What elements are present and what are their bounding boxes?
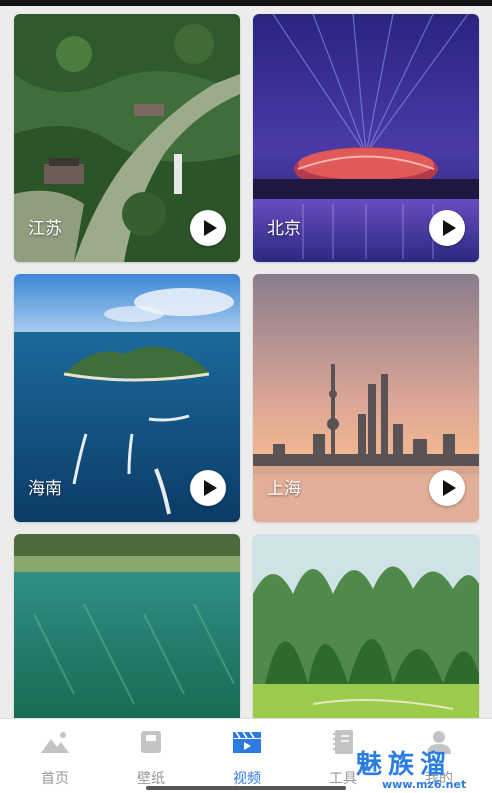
video-grid: 江苏 北京 海南 上海 [0, 6, 492, 718]
card-label: 江苏 [28, 219, 62, 239]
tab-label: 视频 [233, 771, 261, 787]
play-icon [442, 480, 456, 496]
mountain-icon [41, 732, 69, 753]
tab-label: 壁纸 [137, 771, 165, 787]
video-card-shanghai[interactable]: 上海 [253, 274, 479, 522]
video-card-jiangsu[interactable]: 江苏 [14, 14, 240, 262]
karst-thumbnail [253, 534, 479, 718]
video-clapper-icon [233, 731, 261, 753]
play-button[interactable] [429, 470, 465, 506]
video-card-karst[interactable] [253, 534, 479, 718]
watermark: 魅族溜 www.mz6.net [352, 744, 482, 792]
play-button[interactable] [190, 210, 226, 246]
play-icon [203, 220, 217, 236]
lake-thumbnail [14, 534, 240, 718]
tab-video[interactable]: 视频 [198, 719, 296, 793]
tab-home[interactable]: 首页 [6, 719, 104, 793]
watermark-text: 魅族溜 [356, 750, 453, 780]
play-button[interactable] [429, 210, 465, 246]
tab-label: 首页 [41, 771, 69, 787]
card-label: 北京 [267, 219, 301, 239]
play-icon [442, 220, 456, 236]
home-indicator [146, 786, 346, 790]
wallpaper-icon [141, 731, 161, 753]
video-card-hainan[interactable]: 海南 [14, 274, 240, 522]
play-icon [203, 480, 217, 496]
tab-wallpaper[interactable]: 壁纸 [102, 719, 200, 793]
card-label: 海南 [28, 479, 62, 499]
play-button[interactable] [190, 470, 226, 506]
watermark-url: www.mz6.net [382, 778, 467, 791]
video-card-beijing[interactable]: 北京 [253, 14, 479, 262]
card-label: 上海 [267, 479, 301, 499]
video-card-lake[interactable] [14, 534, 240, 718]
